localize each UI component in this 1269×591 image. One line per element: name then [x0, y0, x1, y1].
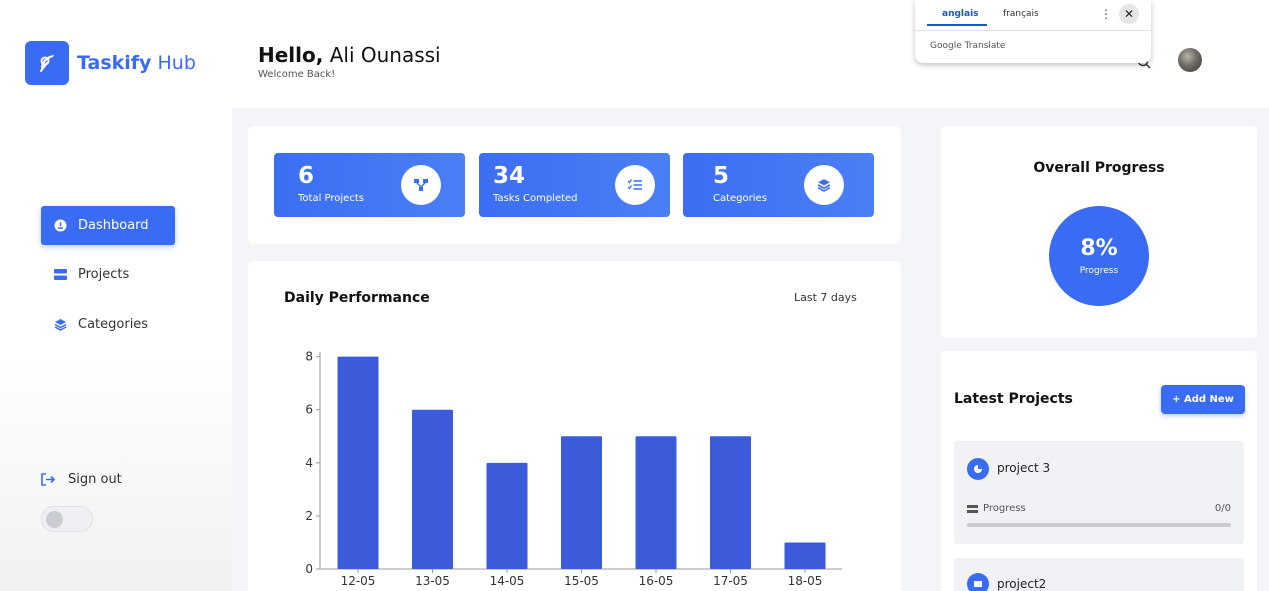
project-icon	[967, 573, 989, 591]
sidebar-item-label: Dashboard	[78, 218, 149, 233]
progress-bars-icon	[967, 504, 978, 513]
sign-out-icon	[41, 473, 56, 486]
x-tick-label: 15-05	[564, 574, 599, 588]
active-tab-indicator	[927, 24, 987, 26]
tab-target-language[interactable]: français	[1003, 9, 1039, 19]
stat-card-categories[interactable]: 5 Categories	[683, 153, 874, 217]
layers-icon	[53, 318, 67, 332]
sign-out-label: Sign out	[68, 472, 122, 487]
sidebar-item-categories[interactable]: Categories	[41, 305, 175, 344]
bar-12-05	[337, 356, 379, 569]
app-logo[interactable]: Taskify Hub	[25, 41, 196, 85]
x-tick-label: 17-05	[713, 574, 748, 588]
progress-value: 8%	[1080, 236, 1118, 261]
project-progress-bar	[967, 523, 1231, 527]
y-tick-label: 6	[305, 403, 313, 417]
project-progress-label: Progress	[967, 503, 1026, 514]
progress-label: Progress	[1079, 266, 1119, 276]
x-tick-label: 13-05	[415, 574, 450, 588]
divider	[915, 30, 1151, 31]
welcome-text: Welcome Back!	[258, 69, 336, 80]
app-name-light: Hub	[157, 52, 196, 74]
translate-popup: anglais français ⋮ ✕ Google Translate	[915, 0, 1151, 63]
share-nodes-icon	[401, 165, 441, 205]
stat-value: 6	[298, 163, 315, 189]
x-tick-label: 16-05	[639, 574, 674, 588]
x-tick-label: 12-05	[341, 574, 376, 588]
stat-card-tasks[interactable]: 34 Tasks Completed	[479, 153, 670, 217]
toggle-knob-icon	[46, 511, 63, 528]
translate-brand: Google Translate	[930, 41, 1006, 51]
stat-label: Total Projects	[298, 193, 364, 204]
user-name: Ali Ounassi	[329, 43, 441, 67]
bar-16-05	[635, 436, 677, 569]
y-tick-label: 2	[305, 509, 313, 523]
sidebar-item-label: Categories	[78, 317, 149, 332]
latest-projects-title: Latest Projects	[954, 391, 1073, 407]
bar-17-05	[710, 436, 751, 569]
project-name: project2	[997, 577, 1047, 591]
bar-18-05	[784, 542, 826, 569]
sidebar-item-label: Projects	[78, 267, 130, 282]
add-new-button[interactable]: + Add New	[1161, 385, 1245, 414]
bar-13-05	[412, 409, 453, 569]
stat-label: Tasks Completed	[493, 193, 578, 204]
checklist-icon	[615, 165, 655, 205]
x-tick-label: 18-05	[788, 574, 823, 588]
daily-performance-chart: 0 2 4 6 8 12-05 13-05 14-05 15-05 16-05 17-05 18-05	[305, 350, 842, 588]
sidebar-item-dashboard[interactable]: Dashboard	[41, 206, 175, 245]
app-name: Taskify Hub	[77, 52, 196, 74]
stat-value: 34	[493, 163, 526, 189]
stat-value: 5	[713, 163, 730, 189]
progress-title: Overall Progress	[1033, 160, 1165, 176]
project-name: project 3	[997, 461, 1051, 475]
performance-title: Daily Performance	[284, 290, 430, 306]
tab-source-language[interactable]: anglais	[942, 9, 979, 19]
project-card[interactable]: project 3 Progress 0/0	[954, 441, 1244, 544]
progress-circle: 8% Progress	[1049, 206, 1149, 306]
y-tick-label: 0	[305, 562, 313, 576]
y-tick-label: 8	[305, 350, 313, 364]
more-options-icon[interactable]: ⋮	[1100, 7, 1112, 21]
sidebar-item-projects[interactable]: Projects	[41, 255, 175, 294]
dashboard-icon	[53, 219, 67, 233]
sign-out-button[interactable]: Sign out	[41, 472, 122, 487]
theme-toggle[interactable]	[41, 506, 93, 532]
projects-icon	[53, 268, 67, 282]
layers-icon	[804, 165, 844, 205]
stat-label: Categories	[713, 193, 767, 204]
project-progress-value: 0/0	[1214, 503, 1231, 514]
range-selector[interactable]: Last 7 days	[794, 291, 857, 304]
y-tick-label: 4	[305, 456, 313, 470]
bar-14-05	[486, 462, 528, 569]
greeting: Hello, Ali Ounassi	[258, 43, 441, 67]
project-icon	[967, 458, 989, 480]
close-icon[interactable]: ✕	[1119, 4, 1139, 24]
greeting-hello: Hello,	[258, 43, 324, 67]
bar-15-05	[561, 436, 602, 569]
progress-text: Progress	[983, 503, 1026, 514]
project-card[interactable]: project2	[954, 558, 1244, 591]
avatar[interactable]	[1178, 48, 1202, 72]
x-tick-label: 14-05	[490, 574, 525, 588]
app-name-bold: Taskify	[77, 52, 152, 74]
feather-logo-icon	[25, 41, 69, 85]
sidebar: Taskify Hub Dashboard Projects Categorie…	[0, 0, 232, 591]
stat-card-projects[interactable]: 6 Total Projects	[274, 153, 465, 217]
